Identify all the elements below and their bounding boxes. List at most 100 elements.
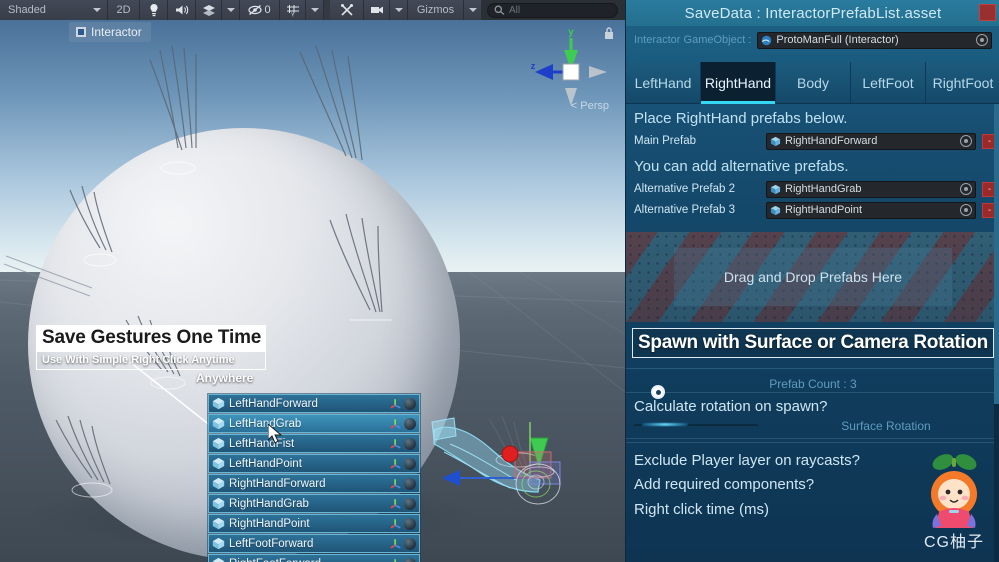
main-prefab-row: Main Prefab RightHandForward -	[626, 131, 999, 151]
list-item-label: LeftHandPoint	[229, 457, 302, 470]
lock-icon[interactable]	[603, 26, 615, 40]
toggle-2d-label: 2D	[116, 4, 131, 16]
main-prefab-field[interactable]: RightHandForward	[766, 132, 976, 150]
list-item-icons	[390, 417, 419, 430]
prefab-cube-icon	[770, 184, 781, 194]
svg-text:Y: Y	[291, 12, 295, 16]
list-item[interactable]: LeftHandFist	[208, 434, 420, 453]
tab-lefthand[interactable]: LeftHand	[626, 62, 701, 103]
list-item-icons	[390, 497, 419, 510]
hidden-objects-toggle[interactable]: 0	[240, 0, 280, 20]
tab-label: Body	[797, 74, 829, 91]
gesture-prefab-list[interactable]: LeftHandForward LeftHandGrab LeftHandFis…	[207, 393, 421, 562]
option-exclude-player-layer[interactable]: Exclude Player layer on raycasts?	[634, 452, 860, 469]
tools-icon[interactable]	[330, 0, 364, 20]
prefab-cube-icon	[212, 457, 225, 470]
list-item[interactable]: LeftHandPoint	[208, 454, 420, 473]
list-item[interactable]: RightHandPoint	[208, 514, 420, 533]
grid-dropdown-caret[interactable]	[306, 0, 324, 20]
list-item-icons	[390, 397, 419, 410]
axis-gizmo-icon	[390, 459, 401, 469]
scrollbar-thumb[interactable]	[994, 104, 999, 404]
list-item[interactable]: RightFootForward	[208, 554, 420, 562]
grid-icon[interactable]: Y	[280, 0, 306, 20]
alt-prefab-2-value: RightHandGrab	[785, 183, 862, 195]
axis-gizmo-icon	[390, 519, 401, 529]
alt-prefab-3-label: Alternative Prefab 3	[634, 204, 736, 216]
divider	[626, 442, 999, 443]
list-item[interactable]: LeftHandGrab	[208, 414, 420, 433]
fx-dropdown-caret[interactable]	[222, 0, 240, 20]
gameobject-value: ProtoManFull (Interactor)	[776, 34, 899, 46]
hidden-count-label: 0	[264, 4, 271, 16]
axis-gizmo-icon	[390, 439, 401, 449]
gameobject-object-field[interactable]: ProtoManFull (Interactor)	[757, 31, 992, 49]
tab-label: LeftHand	[634, 74, 692, 91]
editor-title-bar: SaveData : InteractorPrefabList.asset	[626, 0, 999, 26]
section-heading: Place RightHand prefabs below.	[634, 110, 848, 127]
option-add-required-components[interactable]: Add required components?	[634, 476, 814, 493]
list-item[interactable]: RightHandForward	[208, 474, 420, 493]
rotation-mode-slider[interactable]	[634, 422, 758, 428]
projection-label[interactable]: < Persp	[571, 100, 609, 112]
toggle-2d-button[interactable]: 2D	[108, 0, 140, 20]
sphere-preview-icon	[404, 397, 416, 410]
alt-section-heading: You can add alternative prefabs.	[634, 158, 849, 175]
search-input[interactable]: All	[487, 2, 618, 18]
prefab-dropzone[interactable]: Drag and Drop Prefabs Here	[626, 232, 999, 322]
list-item-icons	[390, 477, 419, 490]
sphere-preview-icon	[404, 417, 416, 430]
list-item-icons	[390, 537, 419, 550]
prefab-cube-icon	[212, 557, 225, 562]
list-item-label: RightHandGrab	[229, 497, 309, 510]
object-color-swatch	[76, 27, 86, 37]
divider	[626, 392, 999, 393]
selected-object-label: Interactor	[69, 22, 151, 42]
axis-gizmo-icon	[390, 499, 401, 509]
chevron-down-icon	[93, 8, 101, 12]
sphere-preview-icon	[404, 457, 416, 470]
draw-mode-dropdown[interactable]: Shaded	[0, 0, 108, 20]
list-item-label: LeftHandGrab	[229, 417, 302, 430]
speaker-icon[interactable]	[168, 0, 196, 20]
gizmos-button[interactable]: Gizmos	[408, 0, 464, 20]
tab-rightfoot[interactable]: RightFoot	[926, 62, 999, 103]
rotation-callout-handle[interactable]	[651, 385, 665, 399]
object-picker-icon[interactable]	[960, 183, 972, 195]
list-item[interactable]: LeftHandForward	[208, 394, 420, 413]
lightbulb-icon[interactable]	[140, 0, 168, 20]
spawn-banner-label: Spawn with Surface or Camera Rotation	[638, 332, 988, 353]
gizmos-dropdown-caret[interactable]	[464, 0, 482, 20]
alt-prefab-2-field[interactable]: RightHandGrab	[766, 180, 976, 198]
editor-scrollbar[interactable]	[994, 104, 999, 562]
sphere-preview-icon	[404, 517, 416, 530]
fx-icon[interactable]	[196, 0, 222, 20]
object-picker-icon[interactable]	[960, 204, 972, 216]
camera-dropdown-caret[interactable]	[390, 0, 408, 20]
list-item[interactable]: RightHandGrab	[208, 494, 420, 513]
object-picker-icon[interactable]	[976, 34, 988, 46]
tab-righthand[interactable]: RightHand	[701, 62, 776, 104]
list-item[interactable]: LeftFootForward	[208, 534, 420, 553]
prefab-cube-icon	[212, 397, 225, 410]
callout-title: Save Gestures One Time	[37, 326, 265, 352]
mascot-icon	[931, 454, 977, 528]
tab-leftfoot[interactable]: LeftFoot	[851, 62, 926, 103]
option-right-click-time[interactable]: Right click time (ms)	[634, 501, 769, 518]
spawn-rotation-banner: Spawn with Surface or Camera Rotation	[632, 328, 994, 358]
editor-window-title: SaveData : InteractorPrefabList.asset	[684, 4, 942, 22]
list-item-label: LeftHandForward	[229, 397, 318, 410]
close-icon[interactable]	[979, 4, 996, 21]
alt-prefab-3-row: Alternative Prefab 3 RightHandPoint -	[626, 200, 999, 220]
hand-model-gizmo[interactable]	[420, 400, 625, 550]
prefab-cube-icon	[212, 477, 225, 490]
tab-body[interactable]: Body	[776, 62, 851, 103]
alt-prefab-2-row: Alternative Prefab 2 RightHandGrab -	[626, 179, 999, 199]
prefab-cube-icon	[212, 537, 225, 550]
alt-prefab-3-value: RightHandPoint	[785, 204, 863, 216]
object-picker-icon[interactable]	[960, 135, 972, 147]
tab-label: LeftFoot	[862, 74, 914, 91]
camera-icon[interactable]	[364, 0, 390, 20]
rotation-mode-value: Surface Rotation	[841, 419, 931, 433]
alt-prefab-3-field[interactable]: RightHandPoint	[766, 201, 976, 219]
